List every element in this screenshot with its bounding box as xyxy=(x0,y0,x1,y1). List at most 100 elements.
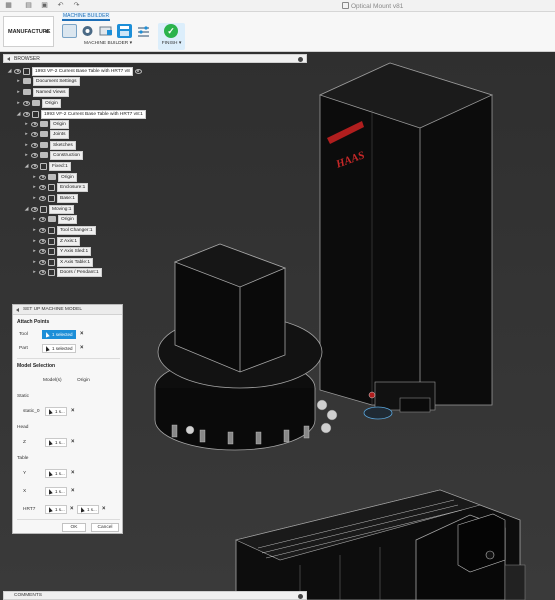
tree-item-moving[interactable]: ◢ Moving:1 xyxy=(24,204,75,214)
static-selection[interactable]: 1 s... xyxy=(45,407,67,416)
tree-item-tool-changer[interactable]: ▸ Tool Changer:1 xyxy=(32,225,96,235)
component-icon[interactable] xyxy=(98,24,113,38)
hrt7-selection[interactable]: 1 s... xyxy=(45,505,67,514)
expand-toggle-icon[interactable]: ◢ xyxy=(24,163,29,169)
visibility-eye-icon[interactable] xyxy=(31,152,38,158)
clear-hrt7-origin-icon[interactable]: × xyxy=(102,506,106,513)
save-icon[interactable]: ▣ xyxy=(40,2,49,10)
tree-item-y-axis-sled[interactable]: ▸ Y Axis Sled:1 xyxy=(32,246,92,256)
visibility-eye-icon[interactable] xyxy=(39,248,46,254)
ok-button[interactable]: OK xyxy=(62,523,86,532)
tab-machine-builder[interactable]: MACHINE BUILDER xyxy=(62,12,110,21)
gear-settings-icon[interactable] xyxy=(80,24,95,38)
tree-item-label: Origin xyxy=(58,214,77,224)
collapse-arrow-icon[interactable] xyxy=(7,57,10,61)
tree-item-origin[interactable]: ▸ Origin xyxy=(32,214,77,224)
tree-item-origin[interactable]: ▸ Origin xyxy=(32,172,77,182)
dialog-header[interactable]: SET UP MACHINE MODEL xyxy=(13,305,122,315)
browser-panel-header[interactable]: BROWSER xyxy=(3,54,307,63)
clear-y-icon[interactable]: × xyxy=(71,470,75,477)
z-selection[interactable]: 1 s... xyxy=(45,438,67,447)
clear-x-icon[interactable]: × xyxy=(71,488,75,495)
expand-toggle-icon[interactable]: ▸ xyxy=(32,269,37,275)
tree-root[interactable]: ◢ 1993 VF-2 Current Base Table with HRT7… xyxy=(7,66,142,76)
divider xyxy=(17,519,120,520)
visibility-eye-icon[interactable] xyxy=(39,184,46,190)
visibility-eye-icon[interactable] xyxy=(31,121,38,127)
visibility-eye-icon[interactable] xyxy=(31,131,38,137)
tree-item-base[interactable]: ▸ Base:1 xyxy=(32,193,78,203)
expand-toggle-icon[interactable]: ▸ xyxy=(24,121,29,127)
visibility-eye-icon[interactable] xyxy=(39,238,46,244)
tree-item-doors-pendant[interactable]: ▸ Doors / Pendant:1 xyxy=(32,267,102,277)
expand-toggle-icon[interactable]: ◢ xyxy=(16,111,21,117)
workspace-switcher[interactable]: MANUFACTURE xyxy=(3,16,54,47)
tool-selection[interactable]: 1 selected xyxy=(42,330,76,339)
expand-toggle-icon[interactable]: ◢ xyxy=(24,206,29,212)
machine-model-icon[interactable] xyxy=(117,24,132,38)
tree-item-z-axis[interactable]: ▸ Z Axis:1 xyxy=(32,236,81,246)
clear-z-icon[interactable]: × xyxy=(71,439,75,446)
visibility-eye-icon[interactable] xyxy=(31,163,38,169)
visibility-eye-icon[interactable] xyxy=(31,142,38,148)
visibility-eye-icon[interactable] xyxy=(39,259,46,265)
expand-toggle-icon[interactable]: ▸ xyxy=(32,174,37,180)
clear-part-icon[interactable]: × xyxy=(80,345,84,352)
clear-static-icon[interactable]: × xyxy=(71,408,75,415)
visibility-eye-icon[interactable] xyxy=(39,269,46,275)
tree-item-sketches[interactable]: ▸ Sketches xyxy=(24,140,76,150)
grid-menu-icon[interactable]: ▦ xyxy=(4,2,13,10)
visibility-eye-icon[interactable] xyxy=(39,227,46,233)
expand-toggle-icon[interactable]: ▸ xyxy=(16,89,21,95)
x-selection[interactable]: 1 s... xyxy=(45,487,67,496)
visibility-eye-icon[interactable] xyxy=(39,174,46,180)
expand-toggle-icon[interactable]: ◢ xyxy=(7,68,12,74)
expand-toggle-icon[interactable]: ▸ xyxy=(32,216,37,222)
redo-icon[interactable]: ↷ xyxy=(72,2,81,10)
file-menu-icon[interactable]: ▤ xyxy=(24,2,33,10)
undo-icon[interactable]: ↶ xyxy=(56,2,65,10)
tree-item-x-axis-table[interactable]: ▸ X Axis Table:1 xyxy=(32,257,94,267)
machine-icon[interactable] xyxy=(62,24,77,38)
expand-toggle-icon[interactable]: ▸ xyxy=(32,195,37,201)
visibility-eye-icon[interactable] xyxy=(14,68,21,74)
tree-item-fixed[interactable]: ◢ Fixed:1 xyxy=(24,161,71,171)
part-selection[interactable]: 1 selected xyxy=(42,344,76,353)
collapse-arrow-icon[interactable] xyxy=(16,308,19,312)
expand-toggle-icon[interactable]: ▸ xyxy=(24,142,29,148)
finish-button[interactable]: ✓ FINISH ▾ xyxy=(158,23,185,50)
expand-toggle-icon[interactable]: ▸ xyxy=(32,238,37,244)
expand-toggle-icon[interactable]: ▸ xyxy=(32,184,37,190)
tree-item-enclosure[interactable]: ▸ Enclosure:1 xyxy=(32,182,89,192)
tree-item-document-settings[interactable]: ▸ Document Settings xyxy=(16,76,80,86)
tree-item-named-views[interactable]: ▸ Named Views xyxy=(16,87,69,97)
tree-item-origin[interactable]: ▸ Origin xyxy=(16,98,61,108)
activate-radio-icon[interactable] xyxy=(134,68,142,74)
visibility-eye-icon[interactable] xyxy=(39,195,46,201)
expand-toggle-icon[interactable]: ▸ xyxy=(32,227,37,233)
machine-builder-group-label[interactable]: MACHINE BUILDER ▾ xyxy=(84,41,132,46)
expand-toggle-icon[interactable]: ▸ xyxy=(24,152,29,158)
cancel-button[interactable]: Cancel xyxy=(91,523,119,532)
visibility-eye-icon[interactable] xyxy=(23,100,30,106)
tree-item-origin[interactable]: ▸ Origin xyxy=(24,119,69,129)
tree-item-construction[interactable]: ▸ Construction xyxy=(24,150,83,160)
clear-hrt7-icon[interactable]: × xyxy=(70,506,74,513)
comments-panel-header[interactable]: COMMENTS xyxy=(3,591,307,600)
expand-toggle-icon[interactable]: ▸ xyxy=(16,78,21,84)
tree-item-main-component[interactable]: ◢ 1993 VF-2 Current Base Table with HRT7… xyxy=(16,109,146,119)
expand-toggle-icon[interactable]: ▸ xyxy=(32,248,37,254)
panel-options-icon[interactable] xyxy=(298,594,303,599)
expand-toggle-icon[interactable]: ▸ xyxy=(16,100,21,106)
panel-options-icon[interactable] xyxy=(298,57,303,62)
visibility-eye-icon[interactable] xyxy=(23,111,30,117)
clear-tool-icon[interactable]: × xyxy=(80,331,84,338)
hrt7-origin-selection[interactable]: 1 s... xyxy=(77,505,99,514)
expand-toggle-icon[interactable]: ▸ xyxy=(32,259,37,265)
visibility-eye-icon[interactable] xyxy=(39,216,46,222)
axes-icon[interactable] xyxy=(136,24,151,38)
expand-toggle-icon[interactable]: ▸ xyxy=(24,131,29,137)
y-selection[interactable]: 1 s... xyxy=(45,469,67,478)
visibility-eye-icon[interactable] xyxy=(31,206,38,212)
tree-item-joints[interactable]: ▸ Joints xyxy=(24,129,69,139)
